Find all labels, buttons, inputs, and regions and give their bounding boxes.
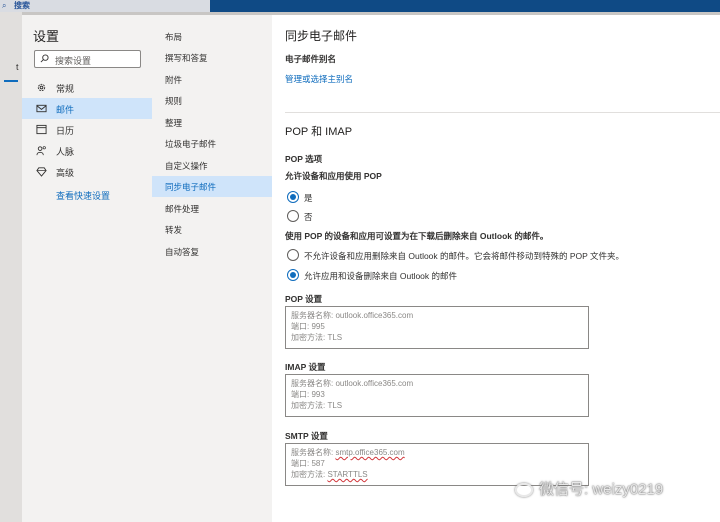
category-label: 高级 [56, 168, 75, 178]
subnav-label: 垃圾电子邮件 [165, 139, 217, 149]
subnav-customize-actions[interactable]: 自定义操作 [152, 155, 272, 176]
subnav-message-handling[interactable]: 邮件处理 [152, 198, 272, 219]
divider [285, 112, 720, 113]
subnav-junk-email[interactable]: 垃圾电子邮件 [152, 133, 272, 154]
settings-title: 设置 [33, 29, 60, 44]
category-label: 邮件 [56, 105, 75, 115]
quick-settings-link[interactable]: 查看快速设置 [56, 189, 110, 202]
subnav-label: 邮件处理 [165, 204, 200, 214]
watermark: 微信号: weizy0219 [515, 478, 663, 499]
category-general[interactable]: 常规 [22, 77, 152, 98]
calendar-icon [36, 124, 47, 135]
smtp-encryption-value: STARTTLS [327, 470, 368, 479]
smtp-server-value: smtp.office365.com [335, 448, 405, 457]
gear-icon [37, 83, 46, 92]
allow-pop-no-label: 否 [304, 212, 313, 222]
settings-search-input[interactable]: 搜索设置 [34, 50, 141, 68]
pop-options-label: POP 选项 [285, 154, 323, 164]
wechat-logo-icon [515, 483, 533, 498]
search-icon [40, 54, 49, 63]
delete-option-1-radio[interactable] [287, 249, 299, 261]
category-label: 常规 [56, 84, 75, 94]
allow-pop-label: 允许设备和应用使用 POP [285, 171, 382, 181]
smtp-server: 服务器名称: smtp.office365.com [291, 447, 583, 458]
subnav-automatic-replies[interactable]: 自动答复 [152, 241, 272, 262]
top-bar: ⌕ 搜索 [0, 0, 720, 12]
subnav-attachments[interactable]: 附件 [152, 69, 272, 90]
subnav-label: 转发 [165, 225, 183, 235]
diamond-icon [36, 167, 47, 177]
pop-server: 服务器名称: outlook.office365.com [291, 311, 414, 320]
settings-dialog: 设置 搜索设置 常规 邮件 日历 人脉 高级 查看快速设置 布局 撰写和答复 附… [22, 15, 720, 522]
category-advanced[interactable]: 高级 [22, 161, 152, 182]
mail-subnav-pane: 布局 撰写和答复 附件 规则 整理 垃圾电子邮件 自定义操作 同步电子邮件 邮件… [152, 15, 272, 522]
imap-server: 服务器名称: outlook.office365.com [291, 379, 414, 388]
allow-pop-yes-radio[interactable] [287, 191, 299, 203]
background-tab-underline [4, 80, 18, 82]
category-label: 日历 [56, 126, 75, 136]
category-label: 人脉 [56, 147, 75, 157]
category-mail[interactable]: 邮件 [22, 98, 152, 119]
subnav-label: 同步电子邮件 [165, 182, 217, 192]
mail-icon [36, 104, 47, 113]
imap-port: 端口: 993 [291, 390, 325, 399]
delete-option-2-label: 允许应用和设备删除来自 Outlook 的邮件 [304, 271, 458, 281]
page-title: 同步电子邮件 [285, 29, 358, 43]
smtp-port: 端口: 587 [291, 459, 325, 468]
allow-pop-yes-label: 是 [304, 193, 313, 203]
pop-imap-heading: POP 和 IMAP [285, 126, 353, 138]
allow-pop-no-radio[interactable] [287, 210, 299, 222]
category-calendar[interactable]: 日历 [22, 119, 152, 140]
subnav-rules[interactable]: 规则 [152, 90, 272, 111]
smtp-encryption-prefix: 加密方法: [291, 470, 328, 479]
subnav-label: 自定义操作 [165, 161, 208, 171]
subnav-label: 布局 [165, 32, 183, 42]
background-tab-fragment: t [16, 62, 19, 72]
category-people[interactable]: 人脉 [22, 140, 152, 161]
subnav-label: 自动答复 [165, 247, 200, 257]
pop-settings-box[interactable]: 服务器名称: outlook.office365.com 端口: 995 加密方… [285, 306, 589, 349]
smtp-server-prefix: 服务器名称: [291, 448, 336, 457]
delete-setting-label: 使用 POP 的设备和应用可设置为在下载后删除来自 Outlook 的邮件。 [285, 231, 549, 241]
subnav-label: 撰写和答复 [165, 53, 208, 63]
pop-settings-label: POP 设置 [285, 294, 323, 304]
email-alias-label: 电子邮件别名 [285, 54, 337, 64]
subnav-layout[interactable]: 布局 [152, 26, 272, 47]
subnav-sweep[interactable]: 整理 [152, 112, 272, 133]
search-bar-label[interactable]: 搜索 [14, 0, 30, 12]
imap-settings-box[interactable]: 服务器名称: outlook.office365.com 端口: 993 加密方… [285, 374, 589, 417]
subnav-forwarding[interactable]: 转发 [152, 219, 272, 240]
settings-search-placeholder: 搜索设置 [55, 56, 92, 66]
delete-option-1-label: 不允许设备和应用删除来自 Outlook 的邮件。它会将邮件移动到特殊的 POP… [304, 251, 625, 261]
people-icon [36, 146, 46, 156]
smtp-settings-label: SMTP 设置 [285, 431, 328, 441]
imap-encryption: 加密方法: TLS [291, 401, 343, 410]
subnav-label: 整理 [165, 118, 183, 128]
pop-encryption: 加密方法: TLS [291, 333, 343, 342]
settings-categories-pane: 设置 搜索设置 常规 邮件 日历 人脉 高级 查看快速设置 [22, 15, 152, 522]
subnav-sync-email[interactable]: 同步电子邮件 [152, 176, 272, 197]
subnav-label: 附件 [165, 75, 183, 85]
watermark-text: 微信号: weizy0219 [539, 481, 664, 498]
search-icon[interactable]: ⌕ [2, 0, 6, 12]
pop-port: 端口: 995 [291, 322, 325, 331]
subnav-label: 规则 [165, 96, 183, 106]
background-app: t [0, 12, 22, 522]
manage-alias-link[interactable]: 管理或选择主别名 [285, 73, 353, 85]
imap-settings-label: IMAP 设置 [285, 362, 326, 372]
sync-email-content: 同步电子邮件 电子邮件别名 管理或选择主别名 POP 和 IMAP POP 选项… [272, 15, 720, 522]
subnav-compose-reply[interactable]: 撰写和答复 [152, 47, 272, 68]
search-bar-area[interactable]: ⌕ 搜索 [0, 0, 210, 12]
delete-option-2-radio[interactable] [287, 269, 299, 281]
